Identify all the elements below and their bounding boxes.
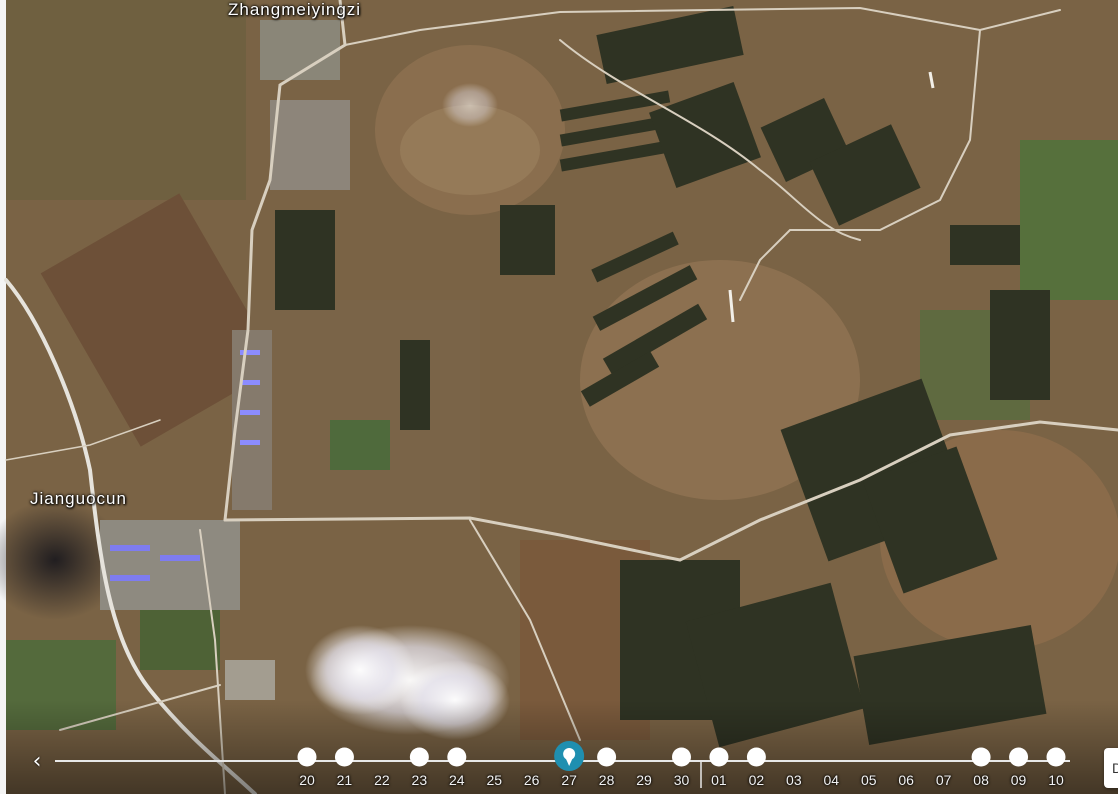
timeline-dot-01[interactable] (709, 747, 729, 767)
timeline-label-27[interactable]: 27 (554, 772, 584, 788)
timeline-label-04[interactable]: 04 (816, 772, 846, 788)
timeline-label-05[interactable]: 05 (854, 772, 884, 788)
timeline-label-23[interactable]: 23 (404, 772, 434, 788)
timeline-label-01[interactable]: 01 (704, 772, 734, 788)
timeline-dot-08[interactable] (971, 747, 991, 767)
timeline-label-30[interactable]: 30 (667, 772, 697, 788)
timeline-dot-10[interactable] (1046, 747, 1066, 767)
timeline-label-06[interactable]: 06 (891, 772, 921, 788)
timeline-dot-28[interactable] (597, 747, 617, 767)
timeline-dot-23[interactable] (409, 747, 429, 767)
timeline-dot-30[interactable] (672, 747, 691, 767)
satellite-map[interactable] (0, 0, 1118, 794)
timeline-label-08[interactable]: 08 (966, 772, 996, 788)
timeline-label-07[interactable]: 07 (929, 772, 959, 788)
timeline-dot-02[interactable] (746, 747, 766, 767)
timeline-label-09[interactable]: 09 (1004, 772, 1034, 788)
side-panel-button[interactable]: D (1104, 748, 1118, 788)
timeline-dot-21[interactable] (334, 747, 354, 767)
timeline-label-03[interactable]: 03 (779, 772, 809, 788)
timeline-label-22[interactable]: 22 (367, 772, 397, 788)
timeline-dot-20[interactable] (297, 747, 317, 767)
timeline-label-29[interactable]: 29 (629, 772, 659, 788)
timeline-label-24[interactable]: 24 (442, 772, 472, 788)
timeline-label-28[interactable]: 28 (592, 772, 622, 788)
timeline-label-02[interactable]: 02 (741, 772, 771, 788)
timeline-label-25[interactable]: 25 (479, 772, 509, 788)
place-label-zhangmeiyingzi: Zhangmeiyingzi (228, 0, 362, 19)
place-label-jianguocun: Jianguocun (30, 489, 127, 508)
timeline-label-26[interactable]: 26 (517, 772, 547, 788)
timeline-label-10[interactable]: 10 (1041, 772, 1071, 788)
timeline-label-20[interactable]: 20 (292, 772, 322, 788)
timeline-dot-09[interactable] (1009, 747, 1029, 767)
timeline-label-21[interactable]: 21 (329, 772, 359, 788)
timeline-dot-24[interactable] (447, 747, 467, 767)
